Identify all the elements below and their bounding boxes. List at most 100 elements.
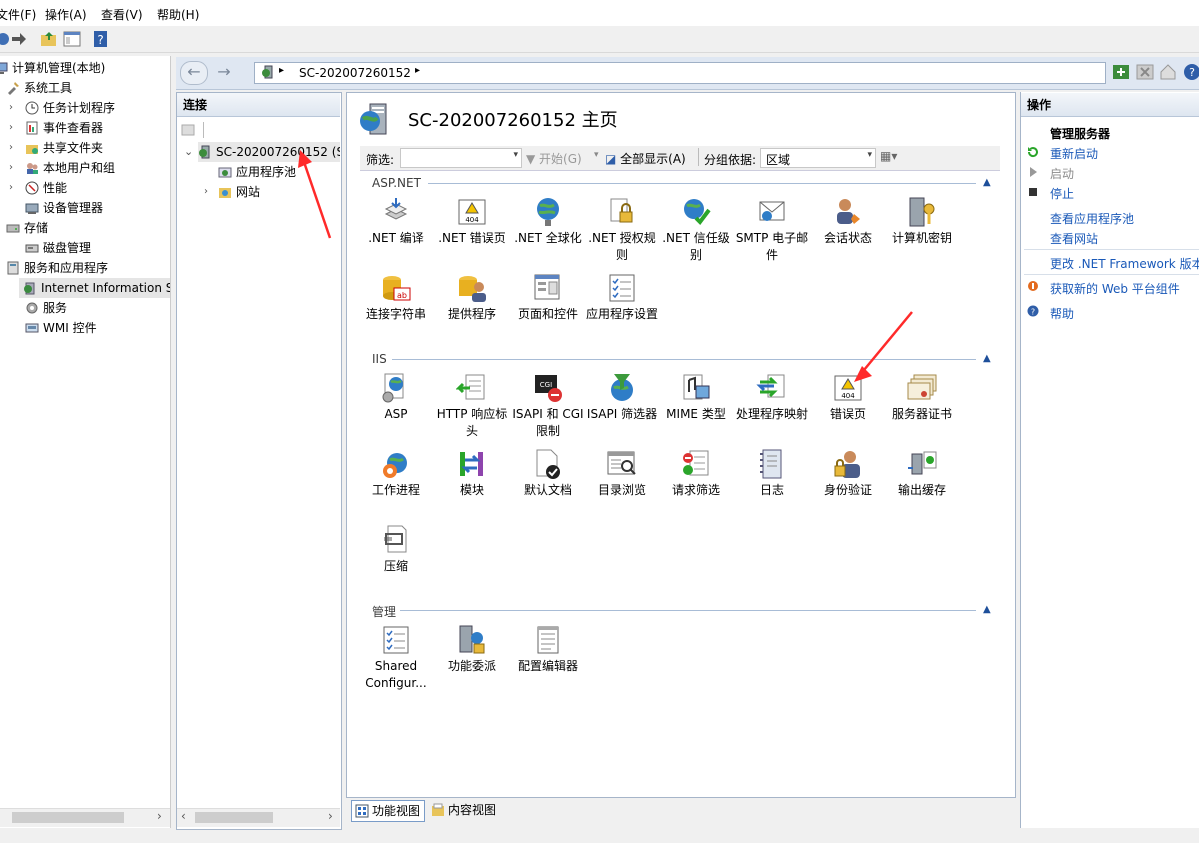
feature-handler-mappings[interactable]: 处理程序映射	[734, 372, 810, 423]
tree-node-task-scheduler[interactable]: 任务计划程序	[25, 98, 115, 118]
menu-file[interactable]: 文件(F)	[0, 6, 36, 23]
group-iis-title[interactable]: IIS	[372, 352, 387, 366]
feature-machine-key[interactable]: 计算机密钥	[884, 196, 960, 247]
group-mgmt-title[interactable]: 管理	[372, 603, 396, 620]
feature-compression[interactable]: 压缩	[358, 524, 434, 575]
view-app-pools-link[interactable]: 查看应用程序池	[1050, 210, 1134, 227]
left-tree-horizontal-scrollbar[interactable]: ›	[0, 808, 170, 827]
get-web-platform-link[interactable]: 获取新的 Web 平台组件	[1050, 280, 1180, 297]
tree-node-services-apps[interactable]: 服务和应用程序	[6, 258, 108, 278]
feature-smtp-email[interactable]: SMTP 电子邮件	[734, 196, 810, 264]
view-mode-icon[interactable]: ▦▾	[880, 149, 897, 163]
tab-features-view[interactable]: 功能视图	[351, 800, 426, 822]
tree-node-services[interactable]: 服务	[25, 298, 67, 318]
view-sites-link[interactable]: 查看网站	[1050, 230, 1098, 247]
feature-authentication[interactable]: 身份验证	[810, 448, 886, 499]
feature-providers[interactable]: 提供程序	[434, 272, 510, 323]
feature-worker-processes[interactable]: 工作进程	[358, 448, 434, 499]
expand-chevron-icon[interactable]: ›	[9, 178, 17, 198]
stop-icon[interactable]	[1136, 64, 1154, 80]
home-icon[interactable]	[1159, 63, 1177, 81]
menu-view[interactable]: 查看(V)	[101, 6, 143, 23]
tree-node-device-manager[interactable]: 设备管理器	[25, 198, 103, 218]
feature-logging[interactable]: 日志	[734, 448, 810, 499]
feature-isapi-cgi[interactable]: CGI ISAPI 和 CGI 限制	[510, 372, 586, 440]
connection-app-pools[interactable]: 应用程序池	[218, 162, 296, 182]
start-link[interactable]: 启动	[1050, 165, 1074, 182]
breadcrumb[interactable]: ▸ SC-202007260152 ▸	[254, 62, 1106, 84]
feature-pages-controls[interactable]: 页面和控件	[510, 272, 586, 323]
collapse-chevron-icon[interactable]: ⌄	[184, 142, 193, 162]
connect-icon[interactable]	[181, 123, 197, 137]
group-by-select[interactable]: 区域 ▾	[760, 148, 876, 168]
scrollbar-thumb[interactable]	[195, 812, 273, 823]
scrollbar-thumb[interactable]	[12, 812, 124, 823]
feature-http-response-headers[interactable]: HTTP 响应标头	[434, 372, 510, 440]
feature-net-globalization[interactable]: .NET 全球化	[510, 196, 586, 247]
feature-app-settings[interactable]: 应用程序设置	[584, 272, 660, 323]
scroll-left-icon[interactable]: ‹	[181, 809, 186, 823]
tree-node-wmi[interactable]: WMI 控件	[25, 318, 97, 338]
feature-net-compilation[interactable]: .NET 编译	[358, 196, 434, 247]
refresh-connection-icon[interactable]	[1112, 64, 1130, 80]
help-icon[interactable]: ?	[92, 30, 110, 48]
feature-net-trust-levels[interactable]: .NET 信任级别	[658, 196, 734, 264]
tree-node-iis[interactable]: Internet Information S	[19, 278, 170, 298]
menu-help[interactable]: 帮助(H)	[157, 6, 199, 23]
back-button[interactable]: ←	[180, 61, 208, 85]
breadcrumb-item[interactable]: SC-202007260152	[299, 66, 411, 80]
start-filter-button[interactable]: ▼ 开始(G)	[526, 150, 582, 167]
scroll-right-icon[interactable]: ›	[157, 809, 162, 823]
tree-root[interactable]: 计算机管理(本地)	[0, 58, 105, 78]
feature-mime-types[interactable]: MIME 类型	[658, 372, 734, 423]
feature-session-state[interactable]: 会话状态	[810, 196, 886, 247]
tree-node-system-tools[interactable]: 系统工具	[6, 78, 72, 98]
feature-directory-browsing[interactable]: 目录浏览	[584, 448, 660, 499]
forward-arrow-icon[interactable]	[10, 30, 28, 48]
expand-chevron-icon[interactable]: ›	[204, 182, 212, 202]
feature-shared-configuration[interactable]: Shared Configur...	[358, 624, 434, 692]
feature-default-document[interactable]: 默认文档	[510, 448, 586, 499]
show-hide-tree-icon[interactable]	[63, 30, 81, 48]
feature-net-error-pages[interactable]: 404 .NET 错误页	[434, 196, 510, 247]
expand-chevron-icon[interactable]: ›	[9, 98, 17, 118]
collapse-caret-icon[interactable]: ▲	[983, 604, 991, 615]
menu-action[interactable]: 操作(A)	[45, 6, 87, 23]
tree-node-local-users[interactable]: 本地用户和组	[25, 158, 115, 178]
stop-link[interactable]: 停止	[1050, 185, 1074, 202]
feature-net-authorization[interactable]: .NET 授权规则	[584, 196, 660, 264]
change-net-framework-link[interactable]: 更改 .NET Framework 版本	[1050, 255, 1199, 272]
restart-link[interactable]: 重新启动	[1050, 145, 1098, 162]
forward-button[interactable]: →	[210, 61, 238, 85]
feature-isapi-filters[interactable]: ISAPI 筛选器	[584, 372, 660, 423]
feature-configuration-editor[interactable]: 配置编辑器	[510, 624, 586, 675]
connection-sites[interactable]: 网站	[218, 182, 260, 202]
feature-delegation[interactable]: 功能委派	[434, 624, 510, 675]
tree-node-performance[interactable]: 性能	[25, 178, 67, 198]
help-link[interactable]: 帮助	[1050, 305, 1074, 322]
expand-chevron-icon[interactable]: ›	[9, 158, 17, 178]
feature-connection-strings[interactable]: ab 连接字符串	[358, 272, 434, 323]
tree-node-event-viewer[interactable]: 事件查看器	[25, 118, 103, 138]
filter-input[interactable]: ▾	[400, 148, 522, 168]
connections-horizontal-scrollbar[interactable]: ‹ ›	[177, 808, 340, 827]
group-aspnet-title[interactable]: ASP.NET	[372, 176, 421, 190]
dropdown-arrow-icon[interactable]: ▾	[513, 150, 518, 160]
up-folder-icon[interactable]	[40, 30, 58, 48]
scroll-right-icon[interactable]: ›	[328, 809, 333, 823]
dropdown-arrow-icon[interactable]: ▾	[867, 150, 872, 160]
help-circle-icon[interactable]: ?	[1183, 63, 1199, 81]
collapse-caret-icon[interactable]: ▲	[983, 353, 991, 364]
expand-chevron-icon[interactable]: ›	[9, 138, 17, 158]
tab-content-view[interactable]: 内容视图	[428, 800, 500, 820]
feature-request-filtering[interactable]: 请求筛选	[658, 448, 734, 499]
dropdown-arrow-icon[interactable]: ▾	[594, 150, 599, 160]
collapse-caret-icon[interactable]: ▲	[983, 177, 991, 188]
feature-output-caching[interactable]: 输出缓存	[884, 448, 960, 499]
feature-asp[interactable]: ASP	[358, 372, 434, 423]
breadcrumb-separator-icon[interactable]: ▸	[415, 65, 420, 76]
tree-node-storage[interactable]: 存储	[6, 218, 48, 238]
expand-chevron-icon[interactable]: ›	[9, 118, 17, 138]
tree-node-shared-folders[interactable]: 共享文件夹	[25, 138, 103, 158]
show-all-button[interactable]: ◪ 全部显示(A)	[605, 150, 686, 167]
